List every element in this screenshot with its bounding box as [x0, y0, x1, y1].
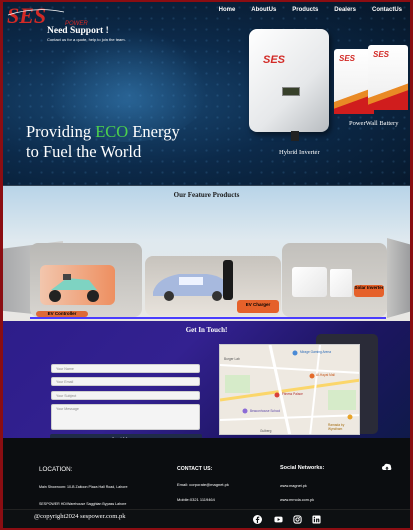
battery-image-right: SES: [368, 45, 408, 110]
linkedin-icon[interactable]: [312, 515, 321, 524]
feature-products-section: Our Feature Products EV Controller EV Ch…: [3, 185, 410, 321]
map-label-ramada: Ramada by Wyndham: [328, 423, 345, 431]
map-roads: [220, 345, 359, 434]
youtube-icon[interactable]: [274, 515, 283, 524]
email-input[interactable]: Your Email: [51, 377, 200, 386]
charger-unit: [223, 260, 233, 300]
footer-site-2[interactable]: www.mrnola.com.pk: [280, 498, 314, 502]
inverter-screen: [282, 87, 300, 96]
copyright-text: @copyright2024 sespower.com.pk: [34, 513, 126, 520]
contact-heading: Get In Touch!: [185, 326, 228, 334]
page: SES POWER Home AboutUs Products Dealers …: [3, 2, 410, 528]
footer-address-2: SESPOWER HD/Warehouse Sagghian Bypass La…: [39, 502, 127, 506]
logo-text: SES: [7, 4, 46, 28]
map-label-area: Gulberg: [260, 429, 272, 433]
facebook-icon[interactable]: [253, 515, 262, 524]
name-input[interactable]: Your Name: [51, 364, 200, 373]
product-card-ev-charger[interactable]: EV Charger: [145, 256, 281, 316]
hero-title-line2: to Fuel the World: [26, 142, 142, 161]
battery-brand-right: SES: [373, 50, 390, 59]
hero-title: Providing ECO Energy to Fuel the World: [26, 122, 180, 162]
footer-contact-heading: CONTACT US:: [177, 466, 213, 472]
nav-contactus[interactable]: ContactUs: [364, 6, 410, 14]
subject-input[interactable]: Your Subject: [51, 391, 200, 400]
product-card-solar-inverter[interactable]: Solar Inverter: [282, 243, 387, 317]
map-label-school: Beaconhouse School: [250, 409, 281, 413]
hybrid-inverter-image: SES: [249, 29, 329, 141]
nav-products[interactable]: Products: [284, 6, 326, 14]
hero-title-post: Energy: [128, 122, 180, 141]
nav-dealers[interactable]: Dealers: [326, 6, 364, 14]
inverter-box: [292, 267, 327, 297]
footer-location-heading: LOCATION:: [39, 466, 73, 473]
nav-home[interactable]: Home: [211, 6, 244, 14]
battery-brand-left: SES: [339, 54, 356, 63]
footer-mobile[interactable]: Mobile:0321 1119464: [177, 497, 215, 502]
support-subtitle: Contact us for a quote, help to join the…: [47, 37, 126, 42]
map-label-ekinden: Fitness Palace: [282, 392, 303, 396]
instagram-icon[interactable]: [293, 515, 302, 524]
caption-powerwall-battery: PowerWall Battery: [349, 120, 399, 127]
carousel-indicator: [30, 317, 386, 319]
footer-social-heading: Social Networks:: [280, 465, 325, 471]
ses-logo[interactable]: SES POWER: [6, 4, 101, 28]
hero-title-eco: ECO: [95, 122, 129, 141]
carousel-side-right: [387, 238, 410, 318]
inverter-box-small: [330, 269, 352, 297]
features-heading: Our Feature Products: [173, 191, 240, 199]
footer-address-1: Main Showroom: 10-B Zaitoon Plaza Hall R…: [39, 485, 128, 489]
footer-site-1[interactable]: www.magnet.pk: [280, 484, 307, 488]
caption-hybrid-inverter: Hybrid Inverter: [279, 149, 320, 156]
inverter-mount: [291, 131, 299, 141]
inverter-brand: SES: [263, 54, 286, 66]
scooter-icon: [49, 274, 99, 302]
battery-stripe: [368, 80, 408, 110]
need-support-title: Need Support !: [47, 26, 109, 36]
badge-solar-inverter: Solar Inverter: [354, 285, 384, 297]
nav-aboutus[interactable]: AboutUs: [243, 6, 284, 14]
message-input[interactable]: Your Message: [51, 404, 200, 430]
product-card-ev-controller[interactable]: EV Controller: [30, 243, 142, 317]
location-map[interactable]: Mirage Gaming Arena Al-Hayat Mall Fitnes…: [219, 344, 360, 435]
map-label-market: Al-Hayat Mall: [316, 373, 335, 377]
map-label-burger: Burger Lab: [224, 357, 240, 361]
map-label-gaming: Mirage Gaming Arena: [300, 350, 332, 354]
scroll-up-icon[interactable]: [382, 463, 392, 473]
footer-email[interactable]: Email: corporate@magnet.pk: [177, 482, 229, 487]
hero-title-pre: Providing: [26, 122, 96, 141]
main-nav: Home AboutUs Products Dealers ContactUs: [211, 6, 410, 14]
badge-ev-charger: EV Charger: [237, 300, 279, 313]
